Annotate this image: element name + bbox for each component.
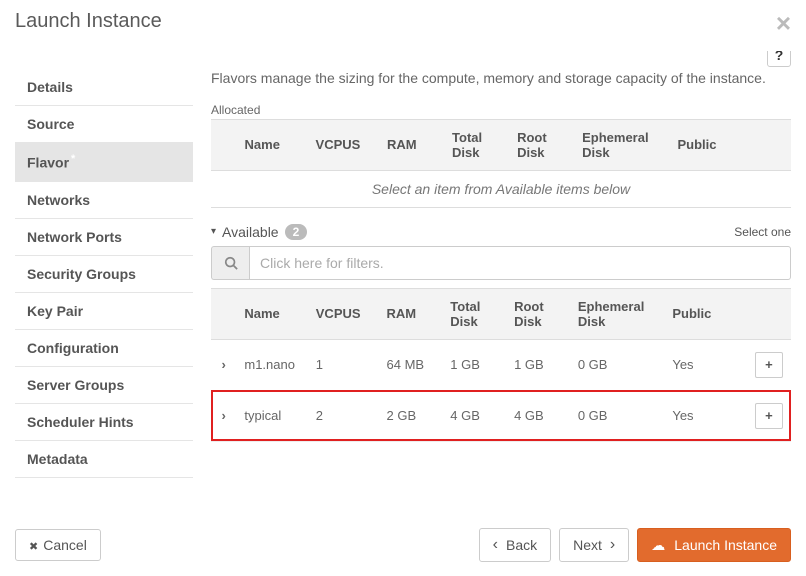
close-icon[interactable]: ×: [776, 10, 791, 36]
add-button[interactable]: +: [755, 352, 783, 378]
table-row: › typical 2 2 GB 4 GB 4 GB 0 GB Yes +: [211, 390, 791, 441]
select-one-text: Select one: [734, 225, 791, 239]
table-row: › m1.nano 1 64 MB 1 GB 1 GB 0 GB Yes +: [211, 339, 791, 390]
cell-name: m1.nano: [236, 339, 307, 390]
available-toggle[interactable]: ▾ Available 2: [211, 224, 307, 240]
col-ram: RAM: [379, 288, 443, 339]
cell-public: Yes: [664, 390, 747, 441]
available-count-badge: 2: [285, 224, 308, 240]
sidebar-item-details[interactable]: Details: [15, 69, 193, 106]
filter-row: [211, 246, 791, 280]
col-root-disk: Root Disk: [506, 288, 570, 339]
help-icon: ?: [775, 51, 784, 63]
plus-icon: +: [765, 408, 773, 423]
cell-total-disk: 4 GB: [442, 390, 506, 441]
allocated-empty-text: Select an item from Available items belo…: [211, 170, 791, 207]
cell-ephemeral-disk: 0 GB: [570, 390, 665, 441]
col-total-disk: Total Disk: [442, 288, 506, 339]
available-header: ▾ Available 2 Select one: [211, 224, 791, 240]
chevron-right-icon: ›: [222, 408, 226, 423]
cancel-button[interactable]: Cancel: [15, 529, 101, 561]
col-public: Public: [664, 288, 747, 339]
modal-footer: Cancel Back Next Launch Instance: [0, 514, 806, 576]
launch-instance-modal: Launch Instance × ? Details Source Flavo…: [0, 0, 806, 576]
allocated-table: Name VCPUS RAM Total Disk Root Disk Ephe…: [211, 119, 791, 208]
col-ram: RAM: [379, 119, 444, 170]
modal-body: ? Details Source Flavor* Networks Networ…: [0, 51, 806, 514]
sidebar-item-security-groups[interactable]: Security Groups: [15, 256, 193, 293]
expand-row-toggle[interactable]: ›: [211, 390, 236, 441]
cell-public: Yes: [664, 339, 747, 390]
add-button[interactable]: +: [755, 403, 783, 429]
sidebar-item-network-ports[interactable]: Network Ports: [15, 219, 193, 256]
cancel-label: Cancel: [43, 537, 87, 553]
sidebar-item-server-groups[interactable]: Server Groups: [15, 367, 193, 404]
sidebar-item-configuration[interactable]: Configuration: [15, 330, 193, 367]
launch-instance-button[interactable]: Launch Instance: [637, 528, 791, 562]
modal-title: Launch Instance: [15, 10, 162, 33]
sidebar-item-source[interactable]: Source: [15, 106, 193, 143]
col-vcpus: VCPUS: [308, 119, 379, 170]
allocated-label: Allocated: [211, 103, 791, 117]
sidebar-item-scheduler-hints[interactable]: Scheduler Hints: [15, 404, 193, 441]
expand-row-toggle[interactable]: ›: [211, 339, 236, 390]
col-root-disk: Root Disk: [509, 119, 574, 170]
help-button[interactable]: ?: [767, 51, 791, 67]
col-name: Name: [237, 119, 308, 170]
back-button[interactable]: Back: [479, 528, 551, 562]
col-total-disk: Total Disk: [444, 119, 509, 170]
footer-right: Back Next Launch Instance: [479, 528, 791, 562]
col-vcpus: VCPUS: [308, 288, 379, 339]
sidebar-item-flavor[interactable]: Flavor*: [15, 143, 193, 182]
cell-vcpus: 2: [308, 390, 379, 441]
next-label: Next: [573, 537, 602, 553]
wizard-sidebar: Details Source Flavor* Networks Network …: [15, 51, 193, 514]
search-icon[interactable]: [211, 246, 249, 280]
cell-ephemeral-disk: 0 GB: [570, 339, 665, 390]
col-public: Public: [669, 119, 754, 170]
cell-name: typical: [236, 390, 307, 441]
cell-root-disk: 1 GB: [506, 339, 570, 390]
cell-root-disk: 4 GB: [506, 390, 570, 441]
sidebar-item-label: Flavor: [27, 155, 69, 171]
cloud-upload-icon: [651, 537, 669, 554]
next-button[interactable]: Next: [559, 528, 629, 562]
allocated-empty-row: Select an item from Available items belo…: [211, 170, 791, 207]
available-table: Name VCPUS RAM Total Disk Root Disk Ephe…: [211, 288, 791, 442]
sidebar-item-key-pair[interactable]: Key Pair: [15, 293, 193, 330]
cell-ram: 64 MB: [379, 339, 443, 390]
step-content: Flavors manage the sizing for the comput…: [193, 51, 791, 514]
col-ephemeral-disk: Ephemeral Disk: [570, 288, 665, 339]
chevron-down-icon: ▾: [211, 226, 216, 237]
close-icon: [29, 537, 38, 553]
back-label: Back: [506, 537, 537, 553]
sidebar-item-metadata[interactable]: Metadata: [15, 441, 193, 478]
launch-label: Launch Instance: [674, 537, 777, 553]
required-asterisk-icon: *: [71, 153, 75, 165]
modal-header: Launch Instance ×: [0, 0, 806, 51]
available-label: Available: [222, 224, 279, 240]
chevron-right-icon: ›: [222, 357, 226, 372]
cell-total-disk: 1 GB: [442, 339, 506, 390]
cell-ram: 2 GB: [379, 390, 443, 441]
plus-icon: +: [765, 357, 773, 372]
col-name: Name: [236, 288, 307, 339]
filter-input[interactable]: [249, 246, 791, 280]
sidebar-item-networks[interactable]: Networks: [15, 182, 193, 219]
col-ephemeral-disk: Ephemeral Disk: [574, 119, 669, 170]
cell-vcpus: 1: [308, 339, 379, 390]
step-description: Flavors manage the sizing for the comput…: [211, 69, 791, 89]
